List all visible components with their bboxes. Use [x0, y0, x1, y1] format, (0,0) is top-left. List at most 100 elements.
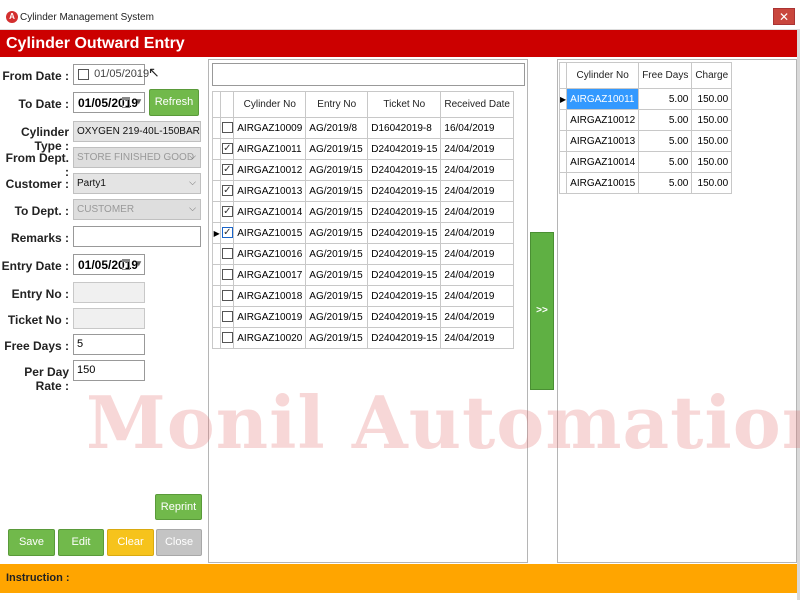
cell-cylinder-no[interactable]: AIRGAZ10015	[566, 172, 640, 194]
cell-received-date[interactable]: 24/04/2019	[440, 285, 514, 307]
table-row[interactable]: AIRGAZ10017 AG/2019/15 D24042019-15 24/04/2…	[211, 264, 514, 286]
window-close-button[interactable]: ✕	[773, 8, 795, 25]
table-row[interactable]: AIRGAZ10009 AG/2019/8 D16042019-8 16/04/201…	[211, 117, 514, 139]
checked-checkbox[interactable]	[221, 185, 233, 197]
row-select-cell[interactable]	[220, 201, 235, 223]
cylinder-type-select[interactable]: OXYGEN 219-40L-150BAR ⌵	[73, 121, 201, 142]
row-header-cell[interactable]	[211, 117, 222, 139]
row-select-cell[interactable]	[220, 159, 235, 181]
cell-ticket-no[interactable]: D24042019-15	[367, 180, 442, 202]
row-header-cell[interactable]	[211, 138, 222, 160]
cell-entry-no[interactable]: AG/2019/15	[305, 285, 369, 307]
cell-cylinder-no[interactable]: AIRGAZ10012	[233, 159, 307, 181]
row-header-cell[interactable]	[211, 201, 222, 223]
unchecked-checkbox[interactable]	[221, 269, 233, 281]
cell-entry-no[interactable]: AG/2019/15	[305, 306, 369, 328]
row-select-cell[interactable]	[220, 180, 235, 202]
cell-ticket-no[interactable]: D24042019-15	[367, 201, 442, 223]
free-days-input[interactable]: 5	[73, 334, 145, 355]
row-select-cell[interactable]	[220, 243, 235, 265]
unchecked-checkbox[interactable]	[221, 290, 233, 302]
cell-cylinder-no[interactable]: AIRGAZ10014	[233, 201, 307, 223]
cell-ticket-no[interactable]: D24042019-15	[367, 222, 442, 244]
column-header-ticket-no[interactable]: Ticket No	[367, 91, 442, 118]
row-header-cell[interactable]	[211, 306, 222, 328]
row-header-cell[interactable]: ▶	[558, 88, 568, 110]
cell-received-date[interactable]: 24/04/2019	[440, 327, 514, 349]
cell-charge[interactable]: 150.00	[691, 151, 733, 173]
table-row[interactable]: AIRGAZ10012 5.00 150.00	[558, 109, 733, 131]
cell-received-date[interactable]: 24/04/2019	[440, 243, 514, 265]
table-row[interactable]: AIRGAZ10015 5.00 150.00	[558, 172, 733, 194]
row-header-cell[interactable]	[211, 327, 222, 349]
cell-received-date[interactable]: 24/04/2019	[440, 306, 514, 328]
cell-cylinder-no[interactable]: AIRGAZ10015	[233, 222, 307, 244]
cell-entry-no[interactable]: AG/2019/8	[305, 117, 369, 139]
row-select-cell[interactable]	[220, 117, 235, 139]
row-header-cell[interactable]	[558, 151, 568, 173]
table-row[interactable]: AIRGAZ10019 AG/2019/15 D24042019-15 24/04/2…	[211, 306, 514, 328]
cell-received-date[interactable]: 24/04/2019	[440, 222, 514, 244]
save-button[interactable]: Save	[8, 529, 55, 556]
cell-received-date[interactable]: 16/04/2019	[440, 117, 514, 139]
row-header-cell[interactable]	[558, 172, 568, 194]
customer-select[interactable]: Party1 ⌵	[73, 173, 201, 194]
cell-cylinder-no[interactable]: AIRGAZ10014	[566, 151, 640, 173]
cell-entry-no[interactable]: AG/2019/15	[305, 180, 369, 202]
table-row[interactable]: AIRGAZ10014 5.00 150.00	[558, 151, 733, 173]
table-row[interactable]: AIRGAZ10016 AG/2019/15 D24042019-15 24/04/2…	[211, 243, 514, 265]
cell-cylinder-no[interactable]: AIRGAZ10013	[233, 180, 307, 202]
table-row[interactable]: AIRGAZ10013 5.00 150.00	[558, 130, 733, 152]
unchecked-checkbox[interactable]	[221, 248, 233, 260]
close-button[interactable]: Close	[156, 529, 202, 556]
cell-cylinder-no[interactable]: AIRGAZ10018	[233, 285, 307, 307]
row-select-cell[interactable]	[220, 285, 235, 307]
cell-entry-no[interactable]: AG/2019/15	[305, 264, 369, 286]
checked-checkbox[interactable]	[221, 227, 233, 239]
row-select-cell[interactable]	[220, 327, 235, 349]
cell-cylinder-no[interactable]: AIRGAZ10012	[566, 109, 640, 131]
cell-entry-no[interactable]: AG/2019/15	[305, 138, 369, 160]
reprint-button[interactable]: Reprint	[155, 494, 202, 520]
cell-cylinder-no[interactable]: AIRGAZ10013	[566, 130, 640, 152]
cell-entry-no[interactable]: AG/2019/15	[305, 201, 369, 223]
row-header-cell[interactable]	[211, 264, 222, 286]
search-input[interactable]	[212, 63, 525, 86]
unchecked-checkbox[interactable]	[221, 311, 233, 323]
cell-charge[interactable]: 150.00	[691, 88, 733, 110]
cell-cylinder-no[interactable]: AIRGAZ10020	[233, 327, 307, 349]
cell-entry-no[interactable]: AG/2019/15	[305, 222, 369, 244]
row-select-cell[interactable]	[220, 306, 235, 328]
checked-checkbox[interactable]	[221, 143, 233, 155]
row-header-cell[interactable]	[211, 180, 222, 202]
column-header-cylinder-no[interactable]: Cylinder No	[233, 91, 307, 118]
edit-button[interactable]: Edit	[58, 529, 104, 556]
table-row[interactable]: AIRGAZ10018 AG/2019/15 D24042019-15 24/04/2…	[211, 285, 514, 307]
table-row[interactable]: AIRGAZ10020 AG/2019/15 D24042019-15 24/04/2…	[211, 327, 514, 349]
table-row[interactable]: AIRGAZ10011AG/2019/15D24042019-1524/04/2…	[211, 138, 514, 160]
table-row[interactable]: AIRGAZ10014AG/2019/15D24042019-1524/04/2…	[211, 201, 514, 223]
cell-cylinder-no[interactable]: AIRGAZ10019	[233, 306, 307, 328]
row-select-cell[interactable]	[220, 264, 235, 286]
cell-charge[interactable]: 150.00	[691, 130, 733, 152]
cell-entry-no[interactable]: AG/2019/15	[305, 159, 369, 181]
clear-button[interactable]: Clear	[107, 529, 154, 556]
cell-received-date[interactable]: 24/04/2019	[440, 201, 514, 223]
row-header-cell[interactable]: ▶	[211, 222, 222, 244]
cell-free-days[interactable]: 5.00	[638, 130, 693, 152]
row-header-cell[interactable]	[558, 130, 568, 152]
cell-ticket-no[interactable]: D24042019-15	[367, 264, 442, 286]
column-header-received-date[interactable]: Received Date	[440, 91, 514, 118]
to-date-picker[interactable]: 01/05/2019 ▾	[73, 92, 145, 113]
column-header-entry-no[interactable]: Entry No	[305, 91, 369, 118]
entry-date-picker[interactable]: 01/05/2019 ▾	[73, 254, 145, 275]
cell-cylinder-no[interactable]: AIRGAZ10017	[233, 264, 307, 286]
row-select-cell[interactable]	[220, 138, 235, 160]
cell-ticket-no[interactable]: D24042019-15	[367, 243, 442, 265]
cell-ticket-no[interactable]: D24042019-15	[367, 327, 442, 349]
cell-cylinder-no[interactable]: AIRGAZ10011	[566, 88, 640, 110]
cell-received-date[interactable]: 24/04/2019	[440, 159, 514, 181]
cell-ticket-no[interactable]: D24042019-15	[367, 306, 442, 328]
cell-ticket-no[interactable]: D24042019-15	[367, 138, 442, 160]
checked-checkbox[interactable]	[221, 206, 233, 218]
